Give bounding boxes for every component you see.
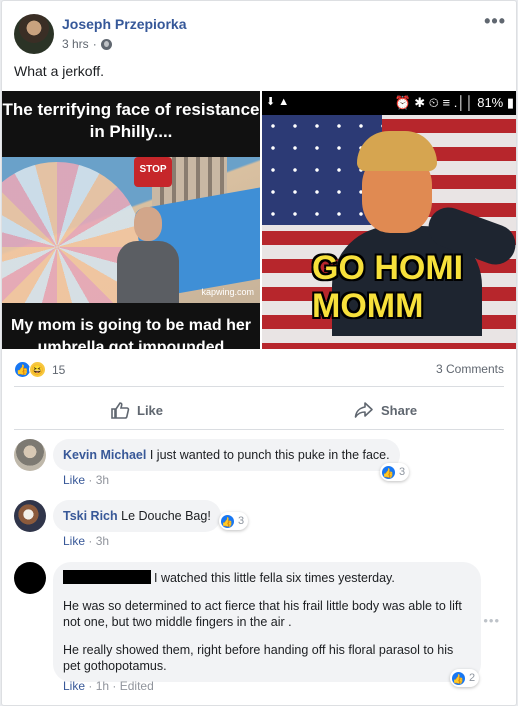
comment-like-link[interactable]: Like [63,534,85,548]
comment-reaction-count: 3 [399,466,406,478]
haha-reaction-icon: 😆 [29,361,46,378]
like-reaction-icon: 👍 [220,513,235,529]
comment-like-link[interactable]: Like [63,473,85,487]
comment-meta: Like · 3h [63,473,109,487]
comment-bubble: Tski Rich Le Douche Bag! [53,500,221,532]
share-button-label: Share [381,402,418,418]
comment-time[interactable]: 3h [96,534,109,548]
comment-reaction-count: 3 [238,515,245,527]
comment-paragraph: I watched this little fella six times ye… [154,571,395,585]
phone-status-bar: ⬇ ▲ ⏰ ✱ ⏲ ≡ .││ 81% ▮ [262,91,516,115]
meme-bottom-caption: My mom is going to be mad her umbrella g… [2,303,260,349]
author-name[interactable]: Joseph Przepiorka [62,16,187,32]
reaction-count: 15 [52,362,66,377]
meta-separator: · [92,37,97,51]
comment-options-icon[interactable]: ••• [483,613,500,628]
divider [14,386,504,387]
redacted-name [63,570,151,584]
share-button[interactable]: Share [354,401,417,419]
comment-meta: Like · 1h · Edited [63,679,154,693]
thumbs-up-icon [111,402,130,419]
globe-icon[interactable] [100,38,112,50]
watermark: kapwing.com [201,287,254,297]
photo-left[interactable]: The terrifying face of resistance in Phi… [2,91,260,349]
commenter-avatar[interactable] [14,500,46,532]
like-button[interactable]: Like [110,401,163,419]
divider [14,429,504,430]
comment-reactions[interactable]: 👍 3 [219,512,249,530]
meta-separator: · [112,679,117,693]
comment-edited[interactable]: Edited [120,679,154,693]
reaction-summary[interactable]: 👍 😆 15 [14,361,65,378]
comment-meta: Like · 3h [63,534,109,548]
comment-first-line: I watched this little fella six times ye… [63,570,471,586]
comment-paragraph: He was so determined to act fierce that … [63,599,462,629]
stop-sign: STOP [134,157,172,187]
commenter-avatar[interactable] [14,562,46,594]
comment-paragraph: He really showed them, right before hand… [63,643,454,673]
post-meta: 3 hrs · [62,37,112,51]
commenter-name[interactable]: Tski Rich [63,509,118,523]
meta-separator: · [88,679,93,693]
meme-top-caption: The terrifying face of resistance in Phi… [2,91,260,157]
comment-bubble: I watched this little fella six times ye… [53,562,481,682]
comment-reactions[interactable]: 👍 2 [450,669,480,687]
photo-right[interactable]: ⬇ ▲ ⏰ ✱ ⏲ ≡ .││ 81% ▮ GO HOMI MOMM [262,91,516,349]
meme-caption-right: GO HOMI MOMM [312,249,464,325]
meta-separator: · [88,473,93,487]
post-time[interactable]: 3 hrs [62,37,89,51]
status-icons-left: ⬇ ▲ [266,96,290,108]
comment-like-link[interactable]: Like [63,679,85,693]
comment-reaction-count: 2 [469,672,476,684]
like-button-label: Like [137,402,164,418]
like-reaction-icon: 👍 [381,464,396,480]
comment-bubble: Kevin Michael I just wanted to punch thi… [53,439,400,471]
commenter-name[interactable]: Kevin Michael [63,448,146,462]
comment-time[interactable]: 1h [96,679,109,693]
like-reaction-icon: 👍 [451,670,466,686]
commenter-avatar[interactable] [14,439,46,471]
meta-separator: · [88,534,93,548]
comment-reactions[interactable]: 👍 3 [380,463,410,481]
author-avatar[interactable] [14,14,54,54]
protester [112,207,182,303]
ellipsis-icon[interactable]: ••• [484,11,506,32]
comment-text: I just wanted to punch this puke in the … [149,448,390,462]
post-card: Joseph Przepiorka 3 hrs · ••• What a jer… [1,0,517,706]
comments-count-link[interactable]: 3 Comments [436,362,504,376]
status-icons-right: ⏰ ✱ ⏲ ≡ .││ 81% ▮ [394,95,514,110]
share-arrow-icon [354,402,373,418]
post-text: What a jerkoff. [14,63,105,79]
comment-text: Le Douche Bag! [121,509,211,523]
comment-time[interactable]: 3h [96,473,109,487]
protest-scene: STOP [2,157,260,303]
